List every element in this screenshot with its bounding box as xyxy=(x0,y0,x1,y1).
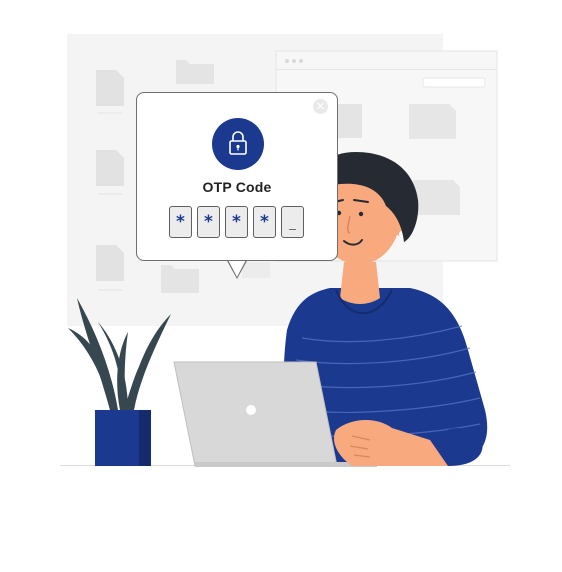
otp-digit-1[interactable]: * xyxy=(169,206,192,238)
close-icon[interactable]: × xyxy=(313,99,328,114)
laptop-logo-icon xyxy=(246,405,256,415)
otp-digit-4[interactable]: * xyxy=(253,206,276,238)
otp-digit-3[interactable]: * xyxy=(225,206,248,238)
search-bar-shape xyxy=(422,77,486,88)
otp-digit-5[interactable]: _ xyxy=(281,206,304,238)
otp-digit-2[interactable]: * xyxy=(197,206,220,238)
background-illustration xyxy=(60,34,510,467)
lock-icon xyxy=(229,131,247,155)
otp-popup-pointer xyxy=(226,258,248,279)
illustration: × OTP Code * * * * _ xyxy=(0,0,562,572)
window-dots-icon xyxy=(285,59,303,63)
laptop xyxy=(173,361,338,467)
lock-badge xyxy=(212,118,264,170)
otp-popup: × OTP Code * * * * _ xyxy=(136,92,338,261)
otp-title: OTP Code xyxy=(202,179,272,195)
otp-input-group: * * * * _ xyxy=(169,206,309,238)
